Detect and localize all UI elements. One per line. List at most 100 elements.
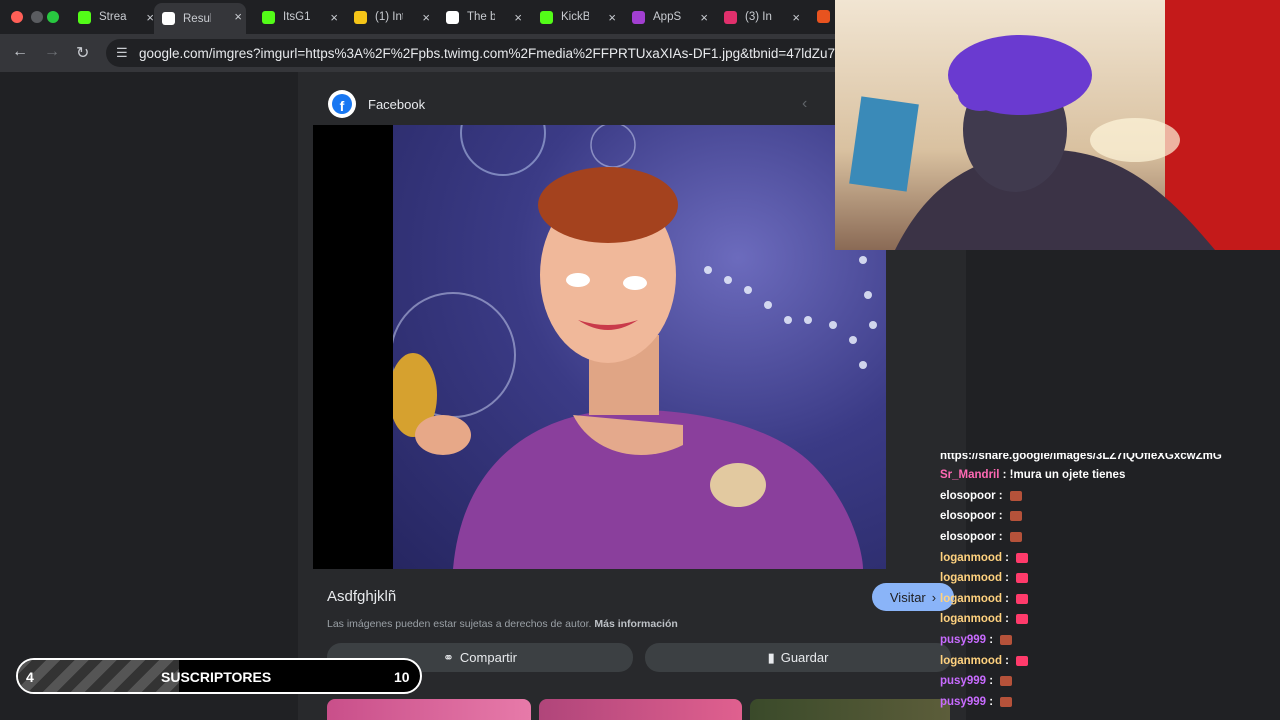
close-window-button[interactable] [11,11,23,23]
chat-message: loganmood : [940,650,1280,671]
close-tab-icon[interactable]: × [146,10,154,25]
chat-username: pusy999 [940,695,987,708]
chat-separator: : [986,634,997,647]
chat-username: pusy999 [940,675,987,688]
chat-message: elosopoor : [940,486,1280,507]
chevron-right-icon: › [931,589,937,605]
chat-message: pusy999 : [940,671,1280,692]
address-bar[interactable]: ☰ google.com/imgres?imgurl=https%3A%2F%2… [106,39,866,67]
back-button[interactable]: ← [12,43,28,61]
chat-username: loganmood [940,613,1002,626]
close-tab-icon[interactable]: × [608,10,616,25]
share-icon: ⚭ [443,649,454,665]
related-image-thumbnail[interactable] [539,699,742,720]
chat-separator: : [995,489,1006,502]
subscriber-goal-progress [18,660,179,692]
source-row[interactable]: f Facebook [328,90,425,118]
chat-message: loganmood : [940,609,1280,630]
url-text: google.com/imgres?imgurl=https%3A%2F%2Fp… [139,46,839,61]
tab-4[interactable]: (1) Int × [354,4,434,30]
reload-button[interactable]: ↻ [76,43,89,63]
tab-5[interactable]: The b × [446,4,526,30]
chat-separator: : [1001,551,1013,564]
chat-message: pusy999 : [940,692,1280,713]
stream-chat-overlay: https://share.google/images/3LZ7IQOfieXG… [940,453,1280,720]
close-tab-icon[interactable]: × [792,10,800,25]
preview-image[interactable] [313,125,886,569]
instagram-icon [724,10,737,24]
chat-separator: : [995,510,1006,523]
chat-emote-icon [1016,655,1029,666]
chat-emote-icon [1016,614,1029,625]
chat-username: pusy999 [940,634,987,647]
google-icon [162,12,175,25]
chat-separator: : [995,531,1006,544]
chat-username: elosopoor [940,489,996,502]
chat-separator: : [986,695,997,708]
close-tab-icon[interactable]: × [330,10,338,25]
kickbot-icon [540,10,553,24]
chat-emote-icon [1009,490,1022,501]
chat-emote-icon [1000,635,1013,646]
save-label: Guardar [780,650,829,665]
chat-separator: : [1001,613,1013,626]
chat-separator: : [986,675,997,688]
tab-title: (1) Int [375,11,403,23]
site-settings-icon[interactable]: ☰ [116,45,128,61]
chat-emote-icon [1009,532,1022,543]
maximize-window-button[interactable] [47,11,59,23]
close-tab-icon[interactable]: × [422,10,430,25]
subscriber-label: SUSCRIPTORES [161,669,272,685]
chat-username: loganmood [940,551,1002,564]
chat-emote-icon [1000,696,1013,707]
kick-icon [262,10,275,24]
chat-emote-icon [1016,552,1029,563]
chat-separator: : [1001,654,1013,667]
tab-6[interactable]: KickB × [540,4,620,30]
tab-1[interactable]: Stream × [78,4,158,30]
app-icon [354,10,367,24]
more-info-link[interactable]: Más información [594,618,677,630]
chat-username: loganmood [940,654,1002,667]
minimize-window-button[interactable] [31,11,43,23]
related-image-thumbnail[interactable] [750,699,950,720]
close-tab-icon[interactable]: × [514,10,522,25]
chat-emote-icon [1009,511,1022,522]
tab-title: AppS [653,11,681,23]
webcam-overlay [835,0,1280,250]
chat-message: loganmood : [940,589,1280,610]
chat-separator: : [1001,572,1013,585]
chevron-left-icon[interactable]: ‹ [802,95,807,113]
chat-message: pusy999 : [940,630,1280,651]
source-name: Facebook [368,96,426,112]
kick-icon [78,10,91,24]
tab-2[interactable]: Result × [154,3,246,34]
brave-icon [817,10,830,23]
chat-separator: : [1001,592,1013,605]
close-tab-icon[interactable]: × [234,9,242,24]
share-label: Compartir [459,650,517,665]
tab-title: Stream [99,11,127,23]
copyright-text: Las imágenes pueden estar sujetas a dere… [327,618,592,630]
subscriber-goal-bar: 4 SUSCRIPTORES 10 [16,658,422,694]
chat-message: loganmood : [940,547,1280,568]
subscriber-goal: 10 [394,669,410,685]
tab-3[interactable]: ItsG1 × [262,4,342,30]
tab-title: ItsG1 [283,11,311,23]
chat-username: loganmood [940,592,1002,605]
tab-8[interactable]: (3) In × [724,4,804,30]
chat-username: elosopoor [940,510,996,523]
save-button[interactable]: ▮ Guardar [645,643,951,672]
chat-message: elosopoor : [940,527,1280,548]
related-image-thumbnail[interactable] [327,699,531,720]
forward-button[interactable]: → [44,43,60,61]
tab-title: The b [467,11,495,23]
copyright-notice: Las imágenes pueden estar sujetas a dere… [327,618,678,630]
subscriber-current: 4 [26,669,34,685]
facebook-icon: f [328,90,356,118]
chat-username: elosopoor [940,531,996,544]
close-tab-icon[interactable]: × [700,10,708,25]
tab-7[interactable]: AppS × [632,4,712,30]
bookmark-icon: ▮ [767,649,775,665]
chat-overflow-line: https://share.google/images/3LZ7IQOfieXG… [940,453,1222,462]
